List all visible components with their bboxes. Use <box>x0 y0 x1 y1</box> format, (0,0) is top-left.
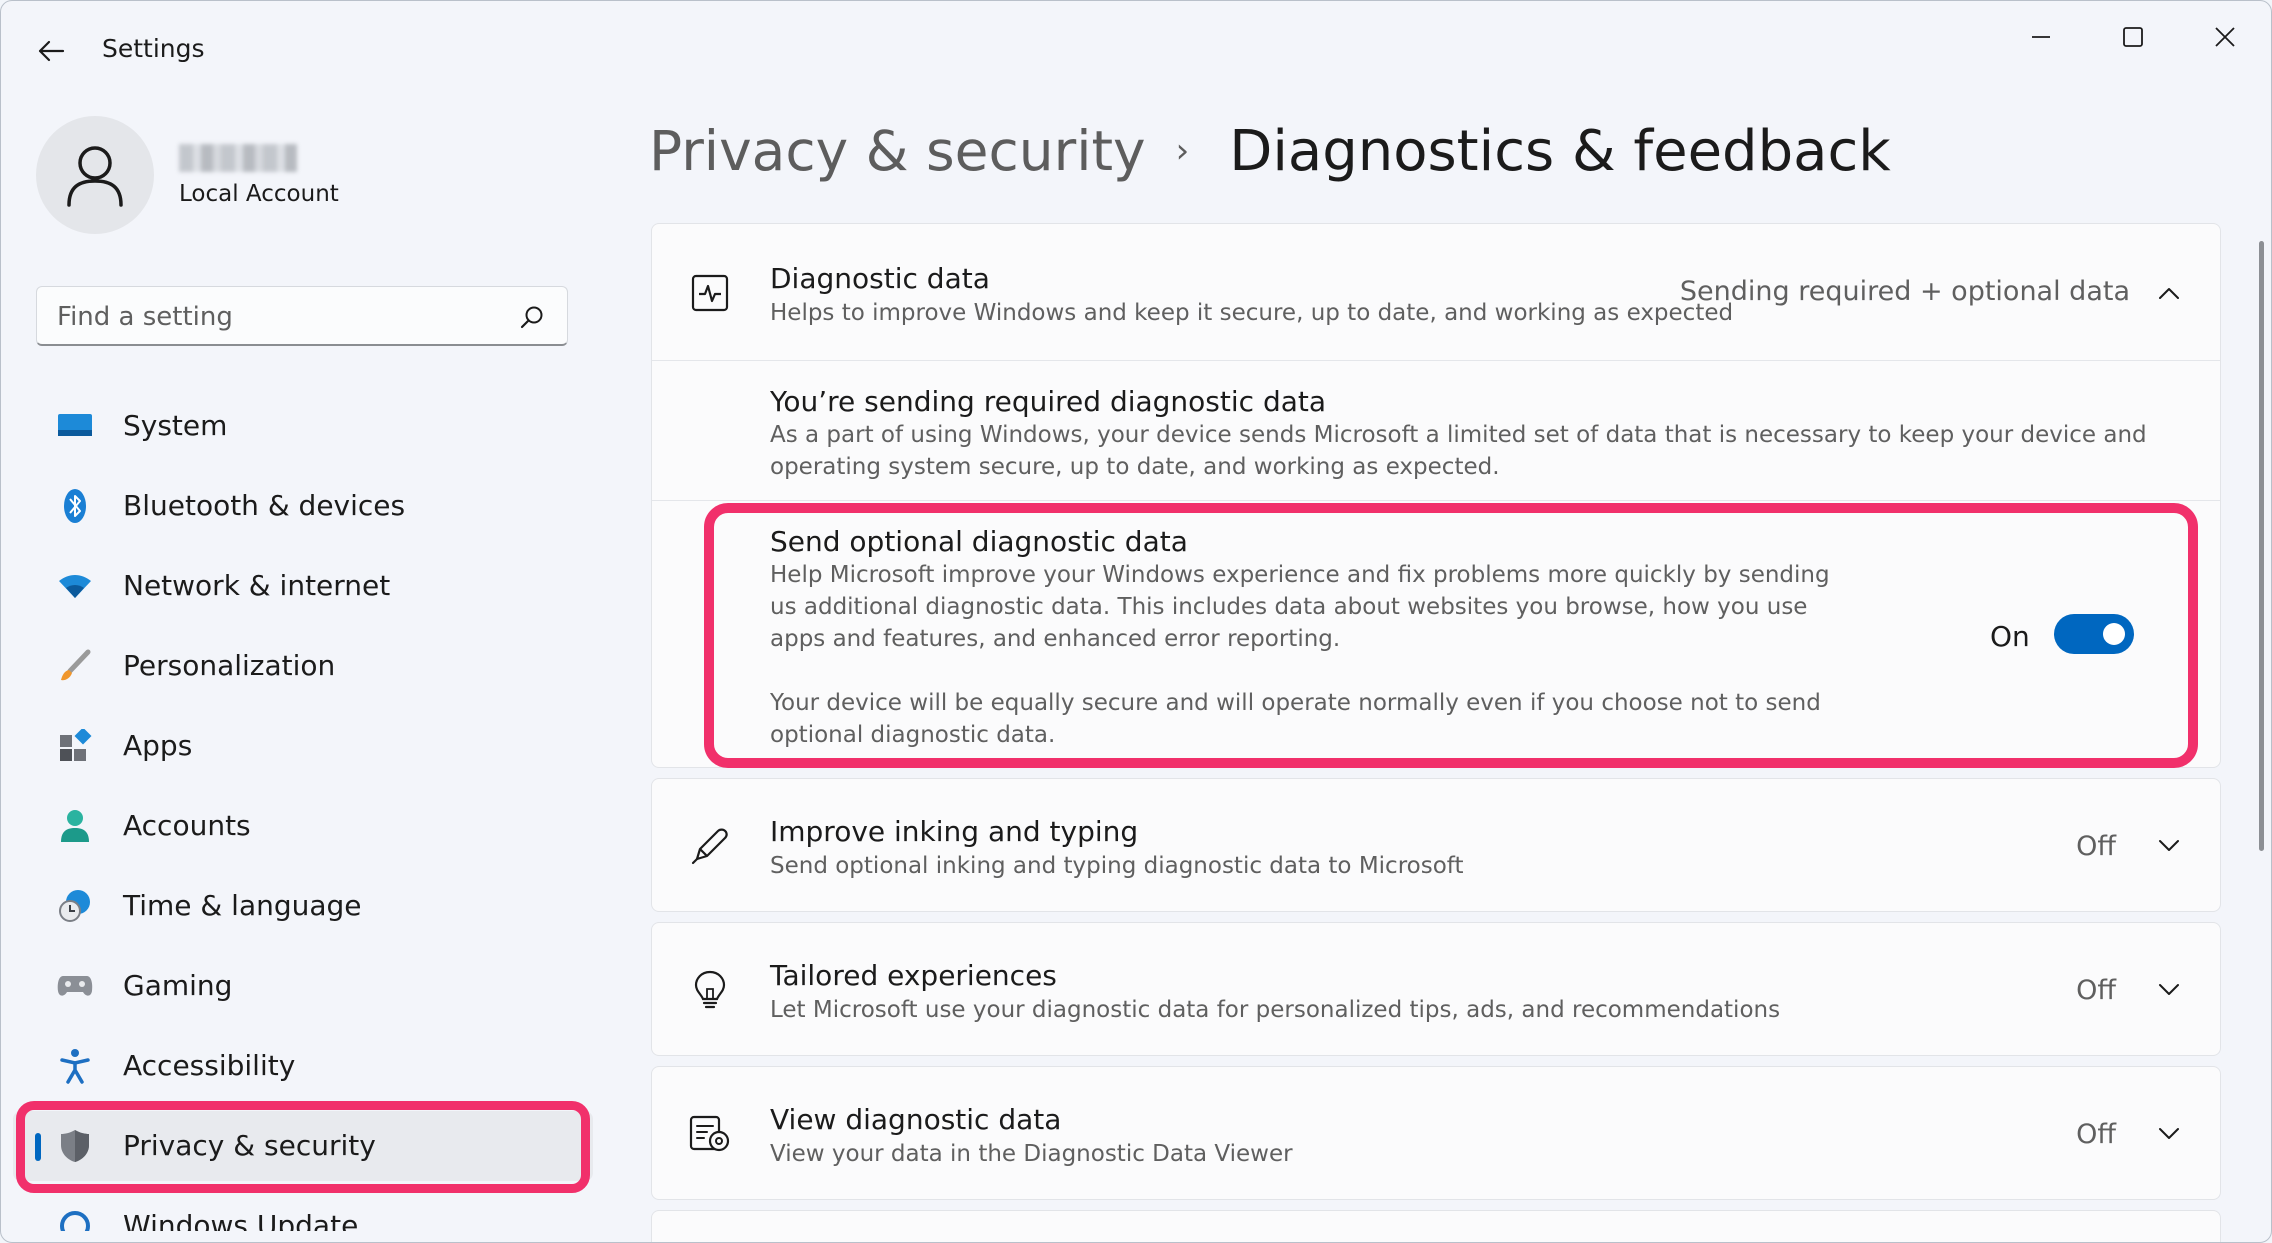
diagnostic-pulse-icon <box>688 271 732 315</box>
minimize-button[interactable] <box>2009 11 2073 63</box>
optional-data-toggle-label: On <box>1990 620 2030 653</box>
profile-name-redacted <box>179 144 297 172</box>
pen-icon <box>688 824 732 868</box>
breadcrumb-chevron-icon: › <box>1175 131 1190 171</box>
sidebar-item-time-language[interactable]: Time & language <box>13 871 593 941</box>
view-diagnostic-data-card[interactable]: View diagnostic data View your data in t… <box>651 1066 2221 1200</box>
tailored-experiences-description: Let Microsoft use your diagnostic data f… <box>770 997 1781 1023</box>
sidebar-item-windows-update[interactable]: Windows Update <box>13 1191 593 1231</box>
sidebar-item-personalization[interactable]: Personalization <box>13 631 593 701</box>
page-title: Diagnostics & feedback <box>1229 118 1891 184</box>
sidebar-item-label: Personalization <box>123 649 336 682</box>
sidebar-item-apps[interactable]: Apps <box>13 711 593 781</box>
diagnostic-data-title: Diagnostic data <box>770 262 990 295</box>
sidebar-item-label: Time & language <box>123 889 362 922</box>
diagnostic-data-description: Helps to improve Windows and keep it sec… <box>770 300 1734 326</box>
update-icon <box>57 1208 93 1231</box>
toggle-knob <box>2103 623 2125 645</box>
back-arrow-icon <box>38 40 65 62</box>
close-button[interactable] <box>2193 11 2257 63</box>
divider <box>652 360 2220 361</box>
next-settings-card[interactable] <box>651 1210 2221 1242</box>
person-icon <box>67 146 123 207</box>
chevron-up-icon[interactable] <box>2154 278 2184 308</box>
scrollbar-thumb[interactable] <box>2259 241 2264 851</box>
sidebar-item-label: Accounts <box>123 809 251 842</box>
minimize-icon <box>2032 36 2050 38</box>
settings-window: Settings Local Account Find a setting Sy… <box>0 0 2272 1243</box>
accessibility-icon <box>57 1048 93 1084</box>
sidebar-item-bluetooth[interactable]: Bluetooth & devices <box>13 471 593 541</box>
optional-data-text-line5: optional diagnostic data. <box>770 722 1056 748</box>
inking-typing-status: Off <box>2076 831 2116 862</box>
diagnostic-data-header[interactable]: Diagnostic data Helps to improve Windows… <box>652 224 2220 360</box>
system-icon <box>57 408 93 444</box>
chevron-down-icon[interactable] <box>2154 975 2184 1005</box>
view-diagnostic-data-status: Off <box>2076 1119 2116 1150</box>
sidebar-item-gaming[interactable]: Gaming <box>13 951 593 1021</box>
search-input[interactable]: Find a setting <box>36 286 568 346</box>
sidebar-item-label: Network & internet <box>123 569 391 602</box>
diagnostic-data-status: Sending required + optional data <box>1679 276 2130 307</box>
breadcrumb-parent-link[interactable]: Privacy & security <box>649 119 1146 183</box>
maximize-icon <box>2123 27 2143 47</box>
sidebar-item-label: Bluetooth & devices <box>123 489 406 522</box>
sidebar-item-system[interactable]: System <box>13 391 593 461</box>
sidebar-nav: System Bluetooth & devices Network & int… <box>13 391 593 1241</box>
optional-data-text-line4: Your device will be equally secure and w… <box>770 690 1821 716</box>
required-data-text-line1: As a part of using Windows, your device … <box>770 422 2147 448</box>
chevron-down-icon[interactable] <box>2154 1119 2184 1149</box>
chevron-down-icon[interactable] <box>2154 831 2184 861</box>
tailored-experiences-title: Tailored experiences <box>770 959 1057 992</box>
clock-globe-icon <box>57 888 93 924</box>
view-diagnostic-data-title: View diagnostic data <box>770 1103 1062 1136</box>
sidebar-item-label: System <box>123 409 228 442</box>
optional-data-toggle[interactable] <box>2054 614 2134 654</box>
title-bar: Settings <box>1 1 2271 97</box>
back-button[interactable] <box>29 29 73 73</box>
search-icon[interactable] <box>519 304 545 330</box>
inking-typing-description: Send optional inking and typing diagnost… <box>770 853 1464 879</box>
inking-typing-title: Improve inking and typing <box>770 815 1139 848</box>
sidebar-item-label: Accessibility <box>123 1049 296 1082</box>
account-type: Local Account <box>179 181 339 207</box>
sidebar-item-accounts[interactable]: Accounts <box>13 791 593 861</box>
bluetooth-icon <box>57 488 93 524</box>
required-data-title: You’re sending required diagnostic data <box>770 385 1327 418</box>
sidebar-item-privacy-security[interactable]: Privacy & security <box>13 1111 593 1181</box>
app-title: Settings <box>102 34 205 63</box>
gamepad-icon <box>57 968 93 1004</box>
optional-data-text-line1: Help Microsoft improve your Windows expe… <box>770 562 1830 588</box>
required-data-text-line2: operating system secure, up to date, and… <box>770 454 1500 480</box>
active-indicator <box>35 1133 41 1161</box>
optional-data-text-line2: us additional diagnostic data. This incl… <box>770 594 1808 620</box>
avatar[interactable] <box>36 116 154 234</box>
sidebar-item-label: Privacy & security <box>123 1129 376 1162</box>
close-icon <box>2215 27 2235 47</box>
wifi-icon <box>57 568 93 604</box>
sidebar-item-label: Apps <box>123 729 193 762</box>
maximize-button[interactable] <box>2101 11 2165 63</box>
shield-icon <box>57 1128 93 1164</box>
tailored-experiences-card[interactable]: Tailored experiences Let Microsoft use y… <box>651 922 2221 1056</box>
brush-icon <box>57 648 93 684</box>
data-viewer-icon <box>688 1112 732 1156</box>
apps-icon <box>57 728 93 764</box>
divider <box>652 500 2220 501</box>
optional-data-text-line3: apps and features, and enhanced error re… <box>770 626 1341 652</box>
sidebar-item-accessibility[interactable]: Accessibility <box>13 1031 593 1101</box>
sidebar-item-label: Gaming <box>123 969 233 1002</box>
search-placeholder: Find a setting <box>57 302 233 332</box>
tailored-experiences-status: Off <box>2076 975 2116 1006</box>
breadcrumb: Privacy & security › Diagnostics & feedb… <box>649 116 1891 186</box>
person-icon <box>57 808 93 844</box>
diagnostic-data-card: Diagnostic data Helps to improve Windows… <box>651 223 2221 768</box>
sidebar-item-label: Windows Update <box>123 1209 359 1231</box>
optional-data-title: Send optional diagnostic data <box>770 525 1188 558</box>
inking-typing-card[interactable]: Improve inking and typing Send optional … <box>651 778 2221 912</box>
view-diagnostic-data-description: View your data in the Diagnostic Data Vi… <box>770 1141 1293 1167</box>
sidebar-item-network[interactable]: Network & internet <box>13 551 593 621</box>
lightbulb-icon <box>688 968 732 1012</box>
